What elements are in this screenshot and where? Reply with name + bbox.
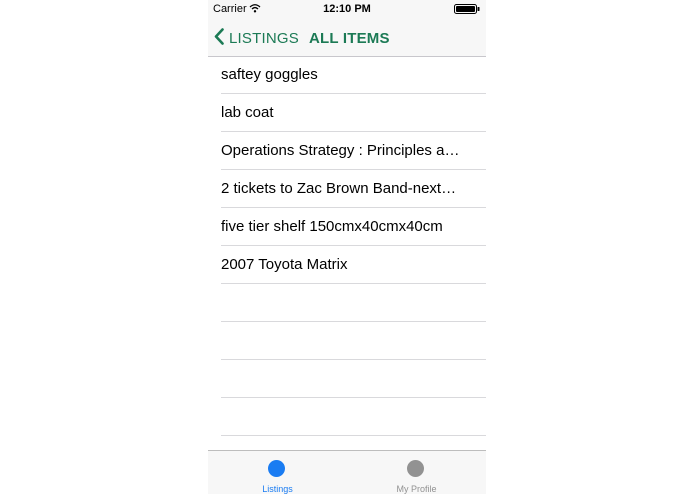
list-item[interactable]: five tier shelf 150cmx40cmx40cm bbox=[208, 208, 486, 246]
tab-listings[interactable]: Listings bbox=[208, 451, 347, 494]
nav-bar: LISTINGS ALL ITEMS bbox=[208, 22, 486, 54]
list-item-label: lab coat bbox=[221, 104, 274, 121]
back-button-label: LISTINGS bbox=[229, 29, 299, 47]
battery-icon bbox=[454, 4, 480, 17]
items-list: saftey goggles lab coat Operations Strat… bbox=[208, 56, 486, 474]
profile-tab-icon bbox=[407, 460, 424, 477]
list-item[interactable]: 2007 Toyota Matrix bbox=[208, 246, 486, 284]
back-button[interactable]: LISTINGS bbox=[214, 26, 299, 50]
empty-row bbox=[208, 398, 486, 436]
list-item-label: saftey goggles bbox=[221, 66, 318, 83]
empty-row bbox=[208, 322, 486, 360]
listings-tab-icon bbox=[268, 460, 285, 477]
empty-row bbox=[208, 284, 486, 322]
list-item-label: five tier shelf 150cmx40cmx40cm bbox=[221, 218, 443, 235]
navigation-header: Carrier 12:10 PM LISTINGS ALL ITEMS bbox=[208, 0, 486, 57]
empty-row bbox=[208, 360, 486, 398]
tab-my-profile[interactable]: My Profile bbox=[347, 451, 486, 494]
list-item[interactable]: saftey goggles bbox=[208, 56, 486, 94]
list-item[interactable]: 2 tickets to Zac Brown Band-next… bbox=[208, 170, 486, 208]
tab-bar: Listings My Profile bbox=[208, 450, 486, 494]
list-item[interactable]: Operations Strategy : Principles a… bbox=[208, 132, 486, 170]
list-item-label: Operations Strategy : Principles a… bbox=[221, 142, 460, 159]
page-title: ALL ITEMS bbox=[309, 30, 390, 47]
list-item-label: 2007 Toyota Matrix bbox=[221, 256, 348, 273]
list-item-label: 2 tickets to Zac Brown Band-next… bbox=[221, 180, 457, 197]
clock: 12:10 PM bbox=[323, 3, 371, 15]
tab-listings-label: Listings bbox=[262, 484, 293, 494]
status-bar: Carrier 12:10 PM bbox=[208, 0, 486, 18]
tab-my-profile-label: My Profile bbox=[396, 484, 437, 494]
phone-screen: Carrier 12:10 PM LISTINGS ALL ITEMS saft… bbox=[208, 0, 486, 494]
chevron-left-icon bbox=[214, 27, 229, 49]
list-item[interactable]: lab coat bbox=[208, 94, 486, 132]
